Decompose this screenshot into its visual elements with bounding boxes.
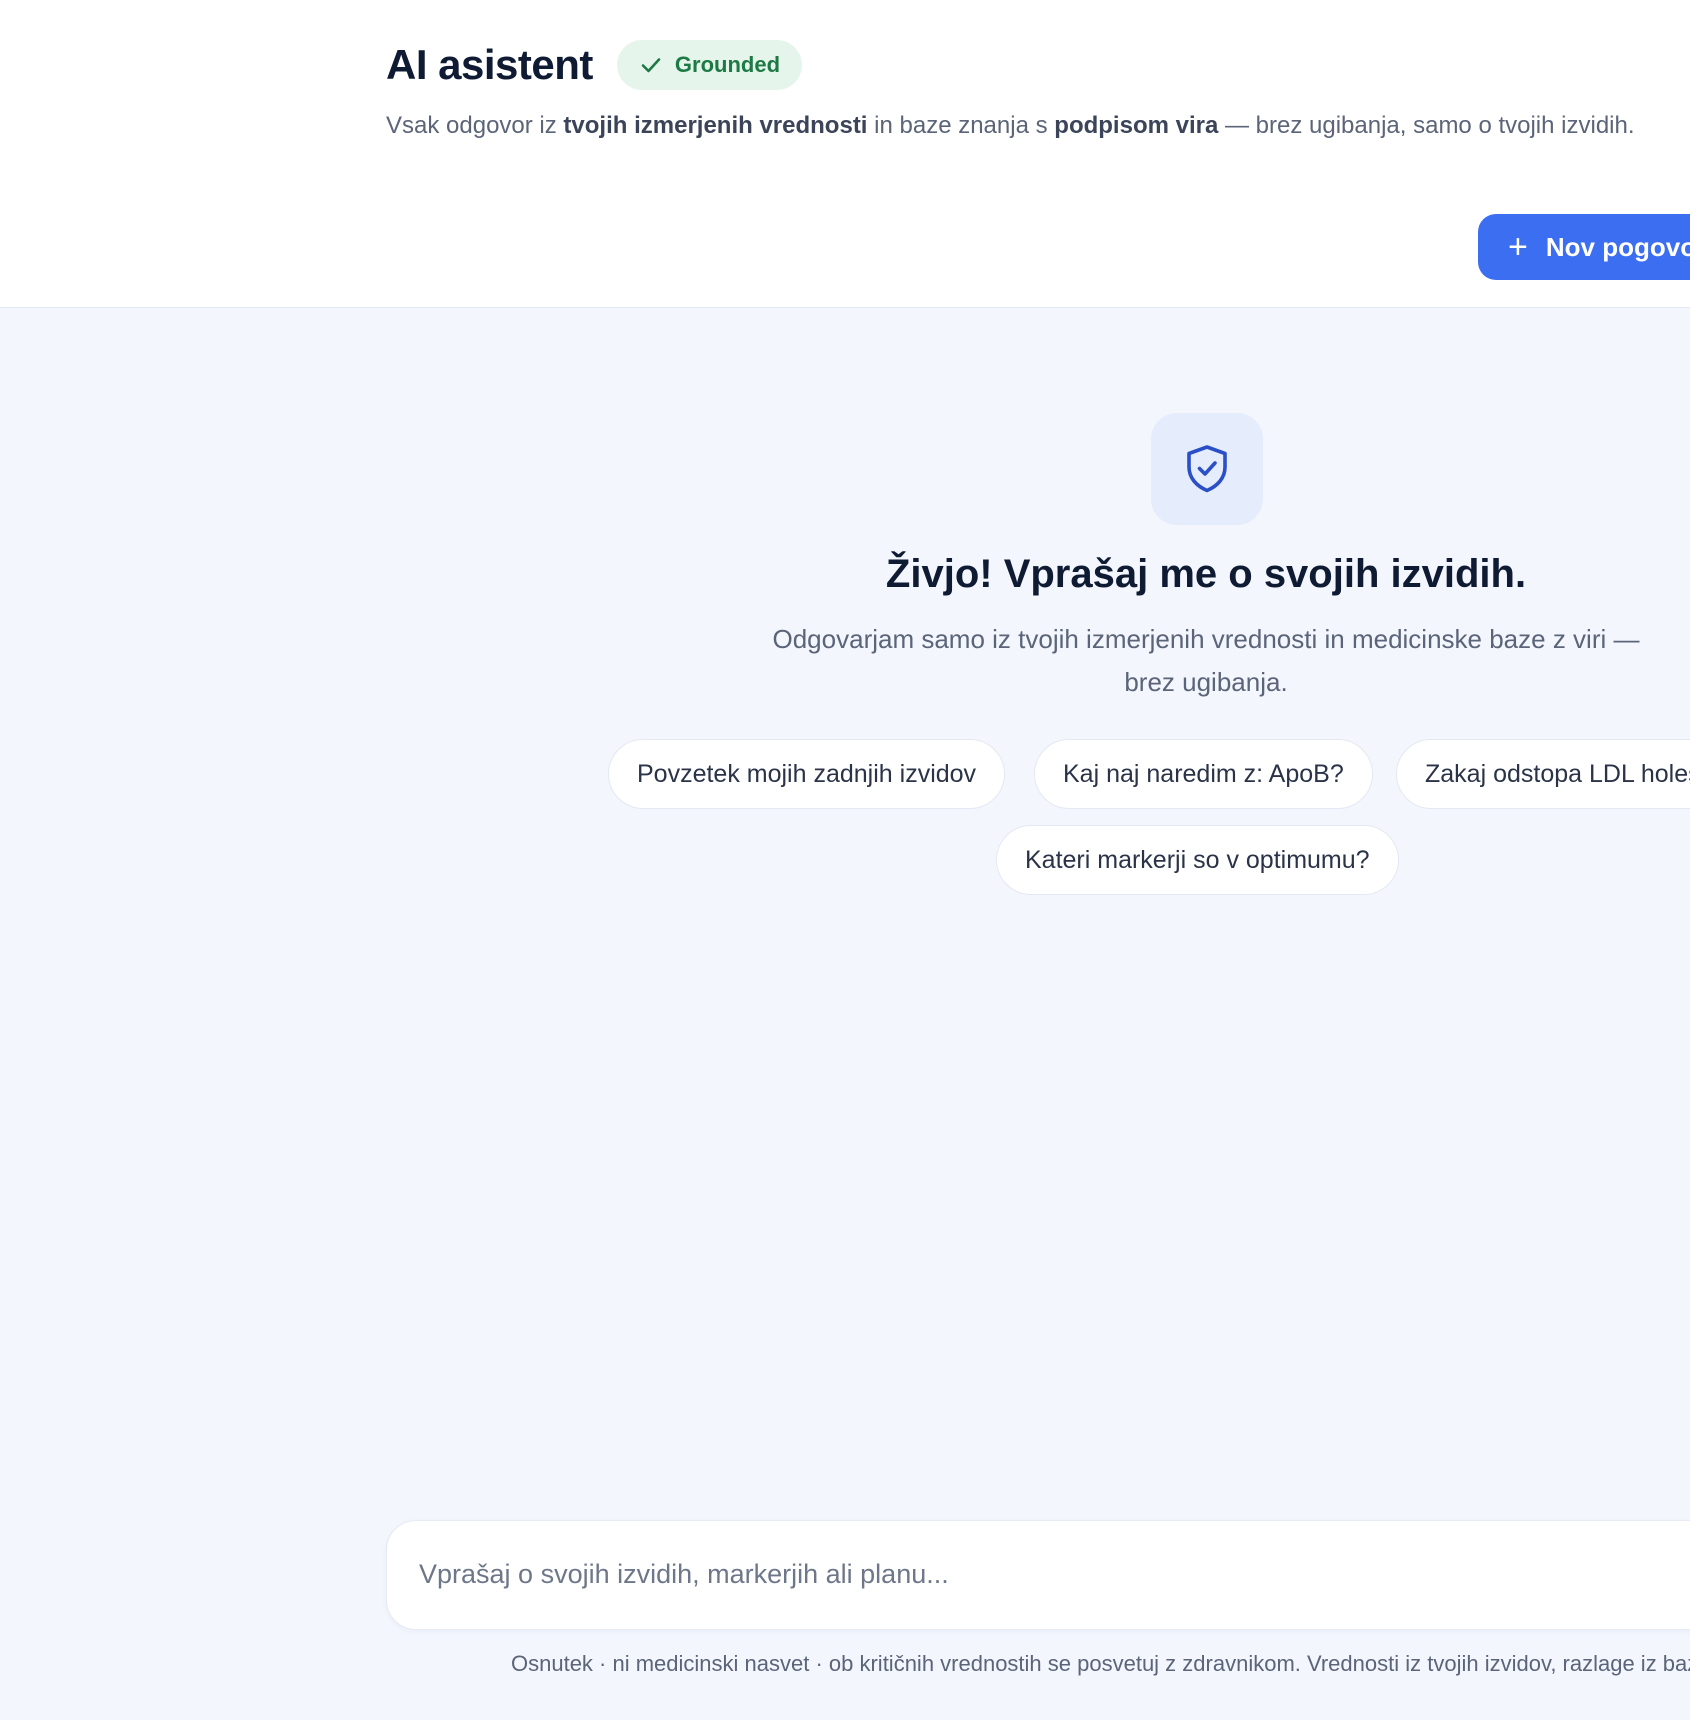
title-row: AI asistent Grounded <box>386 40 803 90</box>
welcome-title: Živjo! Vprašaj me o svojih izvidih. <box>885 552 1527 596</box>
page-title: AI asistent <box>386 41 593 88</box>
suggestion-chip-label: Povzetek mojih zadnjih izvidov <box>637 759 977 788</box>
suggestion-chip-label: Kateri markerji so v optimumu? <box>1025 845 1370 874</box>
suggestion-chip[interactable]: Kaj naj naredim z: ApoB? <box>1034 739 1373 809</box>
grounded-badge: Grounded <box>616 40 803 90</box>
suggestion-chip-label: Kaj naj naredim z: ApoB? <box>1063 759 1344 788</box>
page-subtitle: Vsak odgovor iz tvojih izmerjenih vredno… <box>386 106 1636 146</box>
new-conversation-button[interactable]: + Nov pogovor <box>1478 214 1690 280</box>
chat-input[interactable] <box>419 1521 1679 1628</box>
check-icon <box>641 58 661 73</box>
subtitle-bold-2: podpisom vira <box>1054 112 1219 139</box>
grounded-badge-label: Grounded <box>674 52 781 77</box>
subtitle-text-1: Vsak odgovor iz <box>386 112 564 139</box>
plus-icon: + <box>1508 228 1528 266</box>
new-conversation-label: Nov pogovor <box>1545 231 1690 262</box>
suggestion-chip[interactable]: Povzetek mojih zadnjih izvidov <box>608 739 1006 809</box>
subtitle-bold-1: tvojih izmerjenih vrednosti <box>563 112 868 139</box>
welcome-subtitle: Odgovarjam samo iz tvojih izmerjenih vre… <box>772 624 1640 697</box>
suggestion-chip[interactable]: Zakaj odstopa LDL holesterol? <box>1396 739 1690 809</box>
page-header: AI asistent Grounded Vsak odgovor iz tvo… <box>0 0 1690 308</box>
welcome-shield-tile <box>1151 413 1263 525</box>
suggestion-chip-label: Zakaj odstopa LDL holesterol? <box>1425 759 1690 788</box>
footer-disclaimer: Osnutek · ni medicinski nasvet · ob krit… <box>511 1651 1690 1676</box>
suggestion-chip[interactable]: Kateri markerji so v optimumu? <box>996 825 1399 895</box>
chat-composer <box>386 1520 1690 1630</box>
shield-check-icon <box>1187 445 1227 493</box>
subtitle-text-3: — brez ugibanja, samo o tvojih izvidih. <box>1218 112 1635 139</box>
ai-assistant-page: AI asistent Grounded Vsak odgovor iz tvo… <box>0 0 1690 1720</box>
subtitle-text-2: in baze znanja s <box>867 112 1055 139</box>
